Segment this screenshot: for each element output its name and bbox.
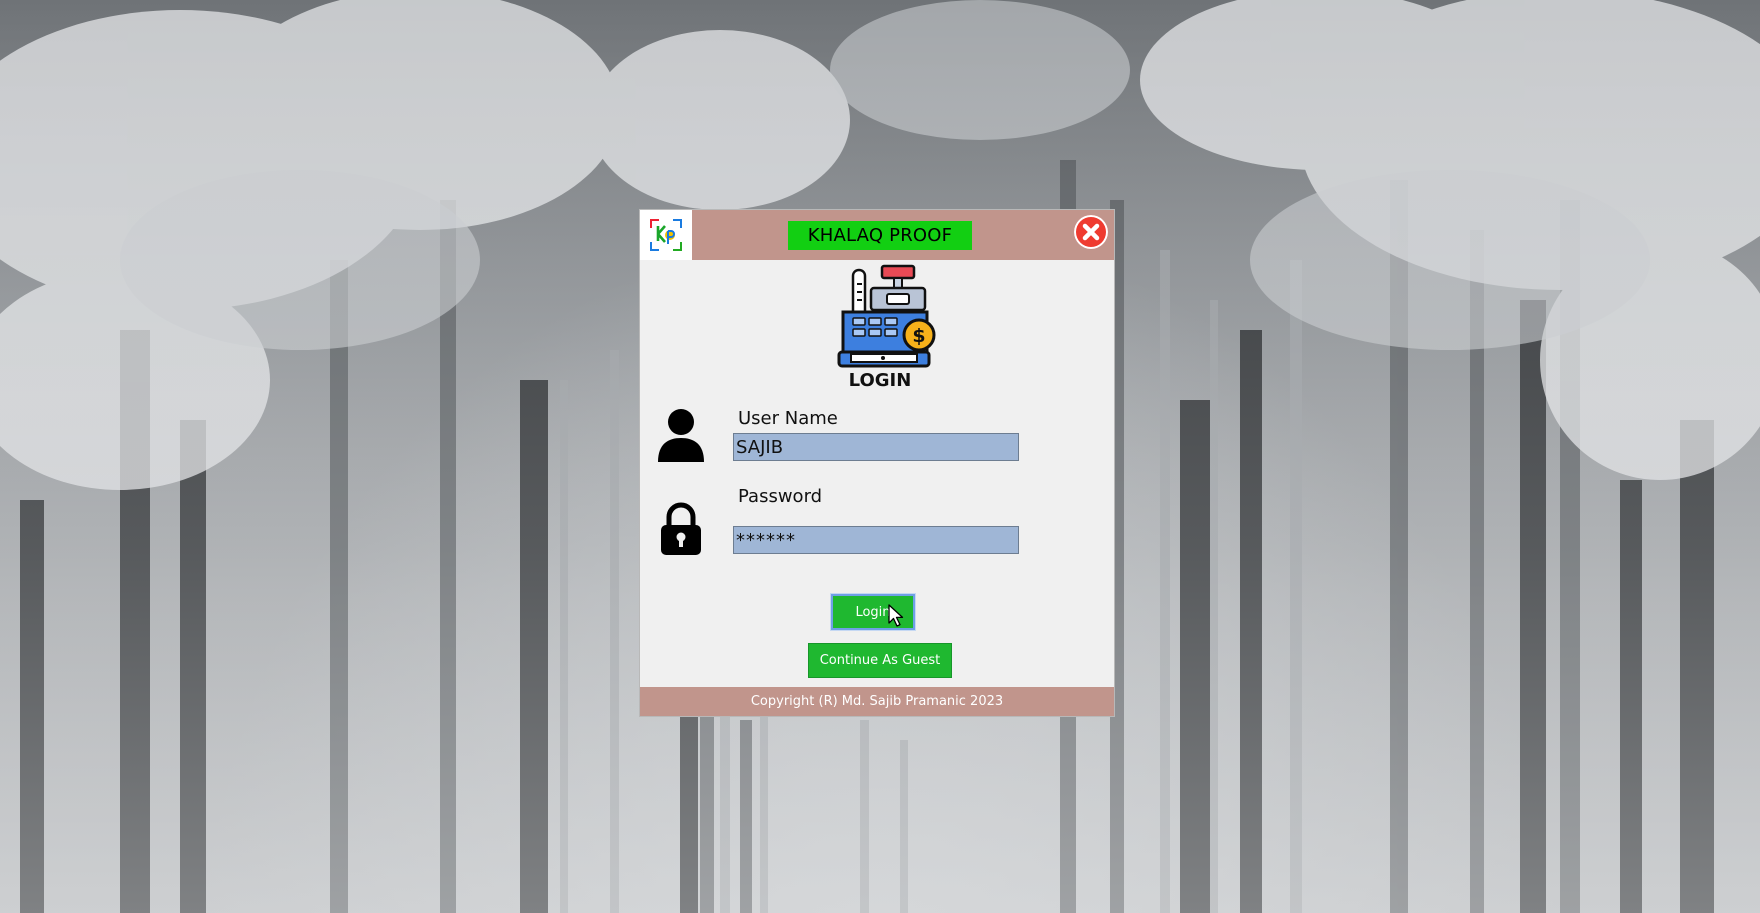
close-icon: [1082, 223, 1100, 241]
password-label: Password: [738, 486, 823, 507]
cash-register-icon: $: [837, 264, 936, 368]
close-button[interactable]: [1074, 215, 1108, 249]
login-dialog: KHALAQ PROOF $ LOGIN User Name SAJIB Pas…: [640, 210, 1114, 716]
app-logo: [640, 210, 692, 260]
username-field[interactable]: [733, 433, 1019, 461]
title-bar: KHALAQ PROOF: [640, 210, 1114, 260]
user-icon: [658, 409, 704, 462]
app-title: KHALAQ PROOF: [788, 221, 972, 250]
kp-logo-icon: [650, 219, 682, 251]
password-field[interactable]: [733, 526, 1019, 554]
username-label: User Name: [738, 408, 838, 429]
continue-as-guest-button[interactable]: Continue As Guest: [808, 643, 952, 678]
svg-text:$: $: [912, 325, 925, 347]
login-heading: LOGIN: [848, 370, 912, 391]
login-button[interactable]: Login: [830, 593, 916, 631]
copyright-footer: Copyright (R) Md. Sajib Pramanic 2023: [640, 687, 1114, 716]
lock-icon: [661, 502, 701, 555]
